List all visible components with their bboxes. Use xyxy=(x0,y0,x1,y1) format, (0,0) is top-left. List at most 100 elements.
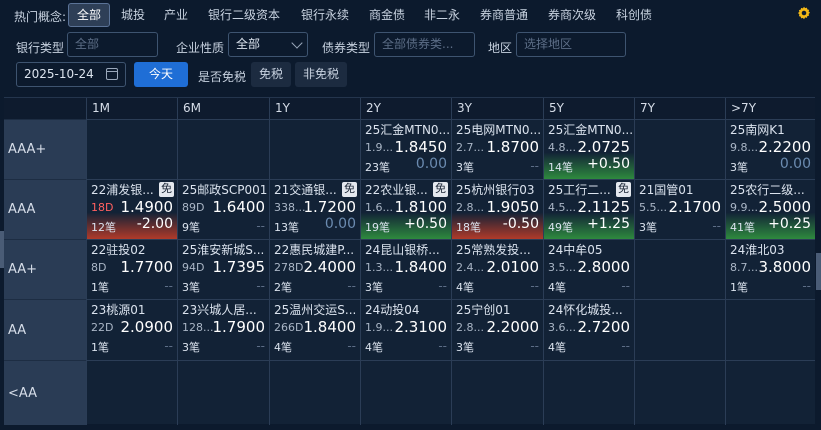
col-header-2[interactable]: 1Y xyxy=(269,98,360,119)
bond-tenor: 18D xyxy=(91,201,114,214)
yield-change: -- xyxy=(438,339,447,353)
tag-non-tier2-perp[interactable]: 非二永 xyxy=(416,3,468,27)
matrix-cell[interactable]: 25工行二... 免 4.5... 2.1125 49笔 +1.25 xyxy=(543,179,634,239)
matrix-cell[interactable]: 24怀化城投... 3.6... 2.7200 4笔 -- xyxy=(543,299,634,360)
col-header-4[interactable]: 3Y xyxy=(451,98,543,119)
matrix-cell[interactable]: 22农业银... 免 1.6... 1.8100 19笔 +0.50 xyxy=(360,179,451,239)
matrix-cell xyxy=(634,239,725,299)
yield-change: -2.00 xyxy=(136,216,173,232)
trade-count: 18笔 xyxy=(456,221,481,234)
bond-tenor: 4.5... xyxy=(548,201,576,214)
row-header-4[interactable]: <AA xyxy=(4,360,86,425)
row-header-2[interactable]: AA+ xyxy=(4,239,86,299)
bond-yield: 2.5000 xyxy=(758,198,812,216)
tag-bank-tier2[interactable]: 银行二级资本 xyxy=(200,3,288,27)
matrix-cell xyxy=(269,360,360,425)
tag-broker-ordinary[interactable]: 券商普通 xyxy=(472,3,536,27)
yield-change: 0.00 xyxy=(779,156,811,172)
matrix-cell[interactable]: 22驻投02 8D 1.7700 1笔 -- xyxy=(86,239,177,299)
matrix-cell xyxy=(177,119,269,179)
matrix-cell[interactable]: 25常熟发投... 2.4... 2.0100 4笔 -- xyxy=(451,239,543,299)
bond-tenor: 8.7... xyxy=(730,261,758,274)
tag-sci-tech[interactable]: 科创债 xyxy=(608,3,660,27)
tag-all[interactable]: 全部 xyxy=(68,3,111,27)
matrix-cell[interactable]: 25汇金MTN0... 1.9... 1.8450 23笔 0.00 xyxy=(360,119,451,179)
tag-chengtou[interactable]: 城投 xyxy=(113,3,153,27)
trade-count: 12笔 xyxy=(91,221,116,234)
matrix-cell[interactable]: 24昆山银桥... 1.3... 1.8400 3笔 -- xyxy=(360,239,451,299)
bond-yield: 2.2200 xyxy=(758,138,812,156)
col-header-0[interactable]: 1M xyxy=(86,98,177,119)
matrix-cell[interactable]: 21交通银... 免 338... 1.7200 13笔 0.00 xyxy=(269,179,360,239)
bond-name: 25汇金MTN0... xyxy=(548,123,634,137)
bank-type-select[interactable]: 全部 xyxy=(67,32,158,57)
yield-change: -- xyxy=(256,219,265,233)
trade-count: 19笔 xyxy=(365,221,390,234)
trade-count: 1笔 xyxy=(91,281,109,294)
matrix-cell[interactable]: 25邮政SCP001 89D 1.6400 9笔 -- xyxy=(177,179,269,239)
trade-count: 2笔 xyxy=(274,281,292,294)
matrix-cell xyxy=(543,360,634,425)
col-header-1[interactable]: 6M xyxy=(177,98,269,119)
matrix-cell[interactable]: 25农行二级... 9.9... 2.5000 41笔 +0.25 xyxy=(725,179,815,239)
tax-free-button[interactable]: 免税 xyxy=(251,62,291,87)
trade-count: 4笔 xyxy=(548,341,566,354)
matrix-cell[interactable]: 25温州交运S... 266D 1.8400 4笔 -- xyxy=(269,299,360,360)
bond-name: 25温州交运S... xyxy=(274,303,357,317)
row-header-3[interactable]: AA xyxy=(4,299,86,360)
tag-bank-perpetual[interactable]: 银行永续 xyxy=(293,3,357,27)
matrix-cell[interactable]: 25汇金MTN0... 4.8... 2.0725 14笔 +0.50 xyxy=(543,119,634,179)
matrix-cell[interactable]: 23桃源01 22D 2.0900 1笔 -- xyxy=(86,299,177,360)
matrix-cell[interactable]: 24动投04 1.9... 2.3100 4笔 -- xyxy=(360,299,451,360)
gear-icon[interactable] xyxy=(797,6,811,20)
bond-tenor: 9.9... xyxy=(730,201,758,214)
matrix-cell[interactable]: 23兴城人居... 128... 1.7900 3笔 -- xyxy=(177,299,269,360)
yield-change: -- xyxy=(621,279,630,293)
bond-name: 22惠民城建P... xyxy=(274,243,355,257)
tag-industry[interactable]: 产业 xyxy=(156,3,196,27)
left-scroll-handle[interactable] xyxy=(0,231,4,268)
yield-change: -- xyxy=(256,339,265,353)
today-button[interactable]: 今天 xyxy=(134,62,188,87)
matrix-cell[interactable]: 25杭州银行03 2.8... 1.9050 18笔 -0.50 xyxy=(451,179,543,239)
row-header-1[interactable]: AAA xyxy=(4,179,86,239)
trade-count: 49笔 xyxy=(548,221,573,234)
bond-yield: 1.8100 xyxy=(394,198,448,216)
bond-name: 21交通银... xyxy=(274,183,337,197)
row-header-0[interactable]: AAA+ xyxy=(4,119,86,179)
col-header-6[interactable]: 7Y xyxy=(634,98,725,119)
matrix-cell[interactable]: 22浦发银... 免 18D 1.4900 12笔 -2.00 xyxy=(86,179,177,239)
company-nature-label: 企业性质 xyxy=(176,41,225,55)
non-tax-free-button[interactable]: 非免税 xyxy=(295,62,347,87)
yield-change: +0.25 xyxy=(768,216,811,232)
chevron-down-icon xyxy=(291,37,303,49)
matrix-cell[interactable]: 25电网MTN0... 2.7... 1.8700 3笔 -- xyxy=(451,119,543,179)
matrix-cell[interactable]: 25宁创01 2.8... 2.2000 3笔 -- xyxy=(451,299,543,360)
company-nature-select[interactable]: 全部 xyxy=(228,32,308,57)
matrix-cell[interactable]: 25淮安新城S... 94D 1.7395 3笔 -- xyxy=(177,239,269,299)
matrix-cell[interactable]: 24中牟05 3.5... 2.8000 4笔 -- xyxy=(543,239,634,299)
trade-count: 4笔 xyxy=(365,341,383,354)
matrix-cell[interactable]: 21国管01 5.5... 2.1700 3笔 -- xyxy=(634,179,725,239)
matrix-cell[interactable]: 24淮北03 8.7... 3.8000 1笔 -- xyxy=(725,239,815,299)
tag-broker-subordinate[interactable]: 券商次级 xyxy=(540,3,604,27)
col-header-7[interactable]: >7Y xyxy=(725,98,815,119)
right-scroll-handle[interactable] xyxy=(816,253,821,290)
matrix-cell xyxy=(451,360,543,425)
yield-change: -0.50 xyxy=(502,216,539,232)
region-select[interactable]: 选择地区 xyxy=(516,32,626,57)
matrix-cell[interactable]: 25南网K1 9.8... 2.2200 3笔 0.00 xyxy=(725,119,815,179)
col-header-5[interactable]: 5Y xyxy=(543,98,634,119)
bond-tenor: 2.8... xyxy=(456,321,484,334)
matrix-cell[interactable]: 22惠民城建P... 278D 2.4000 2笔 -- xyxy=(269,239,360,299)
tag-commercial-financial[interactable]: 商金债 xyxy=(361,3,413,27)
col-header-3[interactable]: 2Y xyxy=(360,98,451,119)
bank-type-label: 银行类型 xyxy=(16,41,65,55)
bond-type-select[interactable]: 全部债券类... xyxy=(374,32,475,57)
bond-name: 22浦发银... xyxy=(91,183,154,197)
trade-count: 3笔 xyxy=(730,161,748,174)
matrix-cell xyxy=(269,119,360,179)
date-picker[interactable]: 2025-10-24 xyxy=(16,62,126,87)
company-nature-value: 全部 xyxy=(236,37,261,51)
trade-count: 3笔 xyxy=(456,341,474,354)
